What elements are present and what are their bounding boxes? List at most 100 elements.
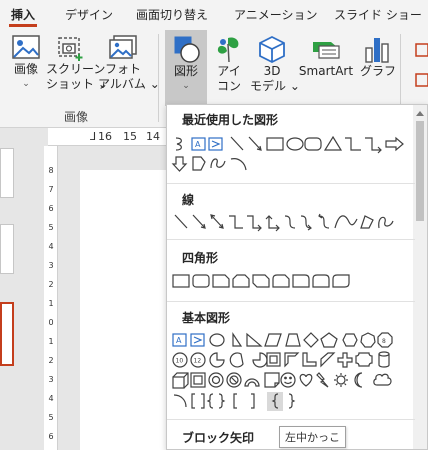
- scroll-up-arrow[interactable]: [416, 111, 424, 116]
- freeform-shape[interactable]: [360, 215, 374, 229]
- chart-button[interactable]: グラフ: [360, 34, 396, 79]
- basic-frame[interactable]: [266, 352, 281, 367]
- basic-moon[interactable]: [354, 372, 363, 388]
- snip-single-corner-shape[interactable]: [212, 274, 230, 288]
- textbox-icon[interactable]: [412, 40, 428, 90]
- icons-button[interactable]: アイ コン: [212, 34, 246, 94]
- curved-double-arrow-shape[interactable]: [318, 213, 330, 229]
- recent-shape-rounded-rect[interactable]: [304, 137, 322, 151]
- basic-left-brace-hover[interactable]: [267, 392, 283, 411]
- recent-shape-scribble[interactable]: [210, 158, 226, 169]
- tab-design[interactable]: デザイン: [65, 6, 113, 23]
- basic-lightning-bolt[interactable]: [316, 372, 329, 388]
- recent-shape-elbow-arrow[interactable]: [365, 137, 382, 154]
- round-same-side-shape[interactable]: [312, 274, 330, 288]
- line-shape[interactable]: [174, 214, 188, 229]
- slide-canvas[interactable]: [80, 170, 180, 450]
- snip-diagonal-shape[interactable]: [252, 274, 270, 288]
- snip-round-shape[interactable]: [272, 274, 290, 288]
- basic-triangle[interactable]: [232, 332, 243, 347]
- line-double-arrow-shape[interactable]: [210, 214, 224, 229]
- basic-textbox[interactable]: A: [172, 333, 187, 347]
- basic-diamond[interactable]: [303, 332, 319, 348]
- screenshot-button[interactable]: スクリーン ショット ⌄: [46, 34, 108, 92]
- basic-left-bracket[interactable]: [233, 393, 237, 409]
- basic-heptagon[interactable]: [360, 332, 376, 348]
- shapes-button[interactable]: 図形 ⌄: [165, 34, 207, 94]
- slide-thumbnail[interactable]: [0, 224, 14, 274]
- basic-diagonal-stripe[interactable]: [320, 352, 336, 368]
- tab-animations[interactable]: アニメーション: [234, 6, 318, 23]
- basic-cube[interactable]: [172, 372, 189, 389]
- basic-right-brace[interactable]: [288, 393, 296, 409]
- basic-arc[interactable]: [173, 394, 187, 408]
- snip-same-side-shape[interactable]: [232, 274, 250, 288]
- basic-vertical-textbox[interactable]: [190, 333, 205, 347]
- basic-folded-corner[interactable]: [264, 372, 280, 388]
- recent-shape-line[interactable]: [230, 136, 244, 151]
- recent-shape-oval[interactable]: [286, 137, 304, 151]
- basic-sun[interactable]: [334, 373, 348, 387]
- recent-shape-down-arrow[interactable]: [171, 156, 188, 172]
- basic-hexagon[interactable]: [342, 333, 358, 347]
- elbow-arrow-connector-shape[interactable]: [247, 215, 262, 232]
- curved-connector-shape[interactable]: [284, 215, 296, 229]
- smartart-button[interactable]: SmartArt: [296, 34, 356, 79]
- basic-teardrop[interactable]: [252, 352, 268, 368]
- basic-right-bracket[interactable]: [251, 393, 255, 409]
- image-button[interactable]: 画像 ⌄: [8, 34, 44, 92]
- basic-chord[interactable]: [229, 352, 244, 368]
- basic-trapezoid[interactable]: [285, 333, 301, 347]
- basic-pentagon[interactable]: [320, 332, 338, 348]
- basic-cross[interactable]: [337, 352, 353, 368]
- slide-thumbnail-selected[interactable]: [0, 302, 14, 366]
- basic-block-arc[interactable]: [244, 378, 260, 387]
- basic-decagon[interactable]: 10: [172, 352, 188, 368]
- basic-plaque[interactable]: [355, 352, 373, 367]
- basic-pie[interactable]: [209, 352, 225, 368]
- recent-shape-rect[interactable]: [266, 137, 284, 151]
- curved-arrow-connector-shape[interactable]: [300, 215, 312, 231]
- basic-dodecagon[interactable]: 12: [190, 352, 206, 368]
- tab-slideshow[interactable]: スライド ショー: [334, 6, 422, 23]
- basic-octagon[interactable]: 8: [377, 332, 393, 348]
- round-single-corner-shape[interactable]: [292, 274, 310, 288]
- round-diagonal-shape[interactable]: [332, 274, 350, 288]
- basic-heart[interactable]: [299, 373, 313, 387]
- curve-shape[interactable]: [334, 215, 358, 229]
- basic-half-frame[interactable]: [284, 352, 300, 368]
- elbow-double-arrow-shape[interactable]: [265, 215, 280, 232]
- recent-shape-arrow[interactable]: [248, 136, 262, 151]
- recent-shape-right-arrow[interactable]: [385, 136, 404, 152]
- elbow-connector-shape[interactable]: [229, 215, 243, 229]
- recent-shape-elbow[interactable]: [345, 137, 361, 151]
- tab-insert[interactable]: 挿入: [11, 6, 35, 23]
- basic-can[interactable]: [378, 351, 390, 368]
- basic-oval[interactable]: [209, 333, 225, 347]
- recent-shape-vtextbox[interactable]: [208, 137, 223, 151]
- basic-donut[interactable]: [208, 372, 224, 388]
- recent-shape-arc[interactable]: [230, 158, 247, 171]
- photo-album-button[interactable]: フォト アルバム ⌄: [98, 34, 160, 92]
- basic-parallelogram[interactable]: [264, 333, 282, 347]
- gallery-scrollbar[interactable]: [413, 105, 427, 449]
- line-arrow-shape[interactable]: [192, 214, 206, 229]
- basic-cloud[interactable]: [373, 373, 392, 386]
- tab-transitions[interactable]: 画面切り替え: [136, 6, 208, 23]
- basic-double-bracket[interactable]: [191, 393, 205, 409]
- basic-bevel[interactable]: [190, 372, 206, 388]
- recent-shape-freeform[interactable]: [192, 156, 206, 171]
- scroll-thumb[interactable]: [416, 121, 424, 221]
- basic-no-symbol[interactable]: [226, 372, 242, 388]
- rounded-rectangle-shape[interactable]: [192, 274, 210, 288]
- scribble-shape[interactable]: [378, 216, 394, 229]
- recent-shape-textbox[interactable]: A: [191, 137, 206, 151]
- basic-right-triangle[interactable]: [246, 332, 263, 347]
- slide-thumbnail[interactable]: [0, 148, 14, 198]
- recent-shape-triangle[interactable]: [323, 135, 343, 151]
- basic-smiley-face[interactable]: [280, 372, 296, 388]
- rectangle-shape[interactable]: [172, 274, 190, 288]
- basic-l-shape[interactable]: [302, 352, 317, 367]
- recent-shape-curly[interactable]: [175, 137, 182, 151]
- basic-double-brace[interactable]: [206, 393, 226, 409]
